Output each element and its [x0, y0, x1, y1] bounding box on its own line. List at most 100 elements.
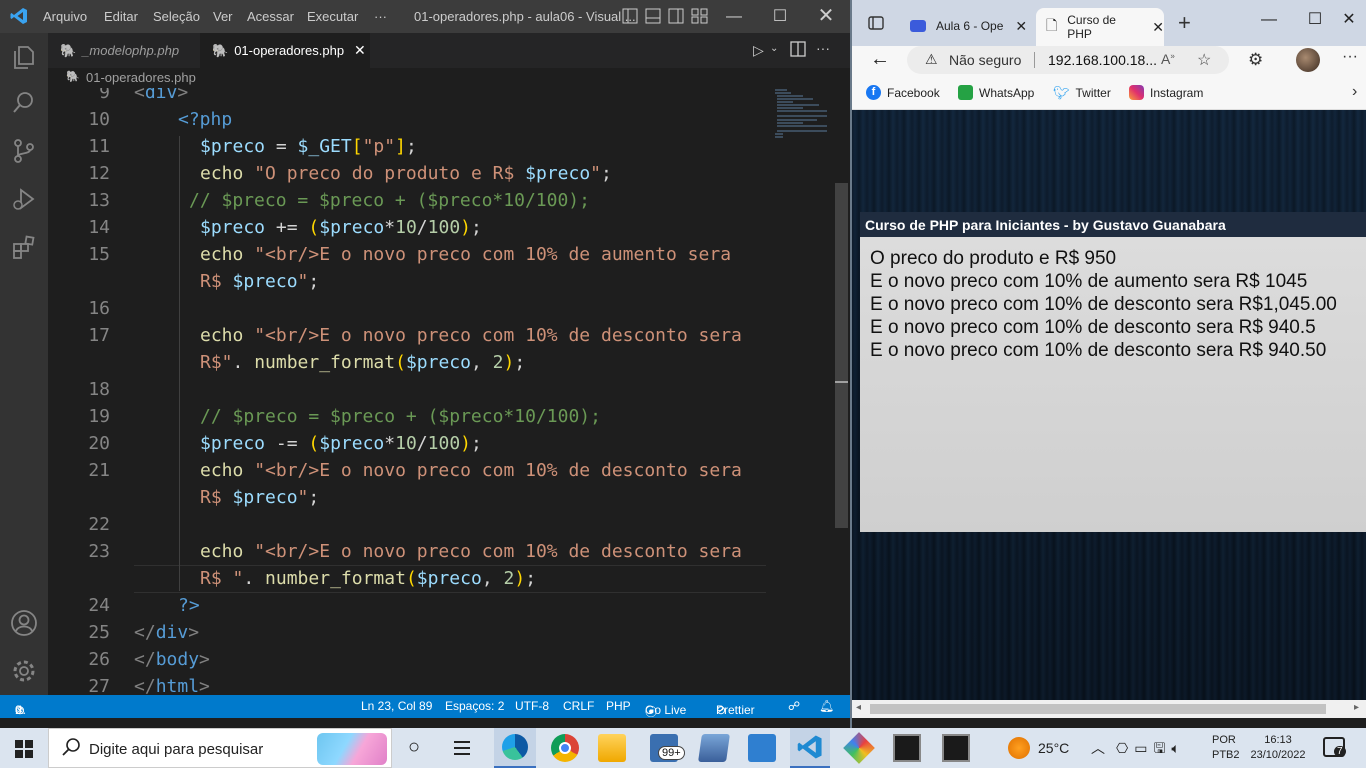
- browser-tab-label: Aula 6 - Ope: [936, 19, 1004, 33]
- line-number: 11: [88, 136, 110, 157]
- tab-01-operadores[interactable]: 🐘 01-operadores.php ✕: [200, 33, 370, 68]
- weather-sun-icon[interactable]: [1008, 737, 1030, 759]
- taskbar-vscode-active[interactable]: [790, 728, 830, 768]
- edge-browser-icon: [502, 734, 528, 760]
- widgets-icon[interactable]: [452, 738, 472, 763]
- language-mode[interactable]: PHP: [606, 699, 631, 713]
- indentation[interactable]: Espaços: 2: [445, 699, 504, 713]
- profile-avatar[interactable]: [1296, 48, 1320, 72]
- clock[interactable]: 16:13 23/10/2022: [1248, 733, 1308, 763]
- browser-tab-curso-php[interactable]: 🗋 Curso de PHP ✕: [1036, 8, 1164, 46]
- tab-close-icon[interactable]: ✕: [354, 42, 366, 59]
- tray-chevron-up-icon[interactable]: ︿: [1091, 738, 1105, 758]
- close-button[interactable]: ✕: [803, 0, 849, 33]
- run-debug-icon[interactable]: [0, 175, 48, 223]
- minimize-button[interactable]: —: [711, 0, 757, 33]
- back-arrow-icon[interactable]: ←: [870, 48, 890, 71]
- app-colorful-icon[interactable]: [843, 732, 875, 764]
- source-control-icon[interactable]: [0, 127, 48, 175]
- bookmark-twitter[interactable]: 🐦︎ Twitter: [1053, 85, 1111, 101]
- browser-tab-aula6[interactable]: Aula 6 - Ope ✕: [900, 10, 1032, 42]
- scroll-left-icon[interactable]: ◂: [856, 702, 861, 713]
- security-label[interactable]: Não seguro: [949, 52, 1021, 68]
- chevron-right-icon[interactable]: ›: [1352, 83, 1357, 101]
- address-bar[interactable]: ⚠ Não seguro 192.168.100.18... A» ☆: [907, 46, 1229, 74]
- edge-window: Aula 6 - Ope ✕ 🗋 Curso de PHP ✕ + — ☐ ✕ …: [852, 0, 1366, 718]
- breadcrumb-file[interactable]: 01-operadores.php: [86, 70, 196, 85]
- scroll-right-icon[interactable]: ▸: [1354, 702, 1359, 713]
- accounts-icon[interactable]: [0, 599, 48, 647]
- extensions-puzzle-icon[interactable]: ⚙: [1248, 50, 1263, 70]
- taskbar-edge-active[interactable]: [494, 728, 536, 768]
- run-code-icon[interactable]: ▷: [753, 42, 764, 59]
- chevron-down-icon[interactable]: ⌄: [770, 43, 778, 54]
- horizontal-scrollbar[interactable]: ◂ ▸: [852, 700, 1366, 718]
- read-aloud-icon[interactable]: A»: [1161, 51, 1175, 67]
- code-line: echo "<br/>E o novo preco com 10% de aum…: [200, 244, 732, 265]
- bookmark-instagram[interactable]: Instagram: [1129, 85, 1203, 100]
- layout-toggle-icons[interactable]: [622, 8, 708, 27]
- task-view-icon[interactable]: ○: [408, 736, 420, 759]
- favorites-add-icon[interactable]: ☆: [1197, 50, 1211, 70]
- notifications-bell-icon[interactable]: 🔔︎: [819, 699, 834, 713]
- code-line: </html>: [134, 676, 210, 695]
- terminal-icon[interactable]: [942, 734, 970, 762]
- menu-executar[interactable]: Executar: [307, 9, 358, 24]
- code-line: </div>: [134, 622, 200, 643]
- menu-ver[interactable]: Ver: [213, 9, 233, 24]
- feedback-icon[interactable]: ☍: [788, 699, 800, 713]
- line-ending[interactable]: CRLF: [563, 699, 594, 713]
- new-tab-button[interactable]: +: [1178, 10, 1191, 36]
- browser-close-button[interactable]: ✕: [1332, 3, 1366, 36]
- cursor-position[interactable]: Ln 23, Col 89: [361, 699, 432, 713]
- menu-arquivo[interactable]: Arquivo: [43, 9, 87, 24]
- tab-01-operadores-label: 01-operadores.php: [234, 43, 345, 58]
- search-icon[interactable]: [0, 79, 48, 127]
- tray-icons[interactable]: ⎔▭🖫🔈︎: [1116, 738, 1186, 762]
- windows-start-icon[interactable]: [15, 740, 33, 763]
- chrome-icon[interactable]: [551, 734, 579, 762]
- warning-triangle-icon[interactable]: ⚠: [925, 51, 938, 68]
- minimap[interactable]: [773, 88, 831, 150]
- photos-icon[interactable]: [748, 734, 776, 762]
- split-editor-icon[interactable]: [790, 41, 806, 62]
- more-actions-icon[interactable]: ···: [816, 40, 830, 56]
- remote-desktop-icon[interactable]: [698, 734, 730, 762]
- terminal-icon[interactable]: [893, 734, 921, 762]
- extensions-icon[interactable]: [0, 223, 48, 271]
- browser-minimize-button[interactable]: —: [1246, 3, 1292, 36]
- tab-modelophp[interactable]: 🐘 _modelophp.php: [48, 33, 200, 68]
- activity-bar: [0, 33, 48, 695]
- explorer-icon[interactable]: [0, 33, 48, 81]
- tab-actions-icon[interactable]: [868, 15, 884, 36]
- settings-more-icon[interactable]: ···: [1342, 48, 1358, 66]
- language-indicator[interactable]: POR PTB2: [1212, 733, 1240, 763]
- vscode-bottom-strip: [0, 718, 850, 728]
- tab-close-icon[interactable]: ✕: [1152, 19, 1164, 36]
- menu-more[interactable]: ···: [374, 9, 387, 24]
- scrollbar-thumb[interactable]: [835, 183, 848, 528]
- bookmark-whatsapp[interactable]: WhatsApp: [958, 85, 1034, 100]
- file-explorer-icon[interactable]: [598, 734, 626, 762]
- code-line: </body>: [134, 649, 210, 670]
- encoding[interactable]: UTF-8: [515, 699, 549, 713]
- menu-editar[interactable]: Editar: [104, 9, 138, 24]
- url-text[interactable]: 192.168.100.18...: [1048, 52, 1157, 68]
- horizontal-scroll-thumb[interactable]: [870, 704, 1326, 714]
- line-number: 10: [88, 109, 110, 130]
- php-elephant-icon: 🐘: [60, 42, 77, 58]
- settings-gear-icon[interactable]: [0, 647, 48, 695]
- taskbar-search-box[interactable]: Digite aqui para pesquisar: [48, 728, 392, 768]
- twitter-icon: 🐦︎: [1053, 85, 1070, 100]
- editor-scrollbar[interactable]: [833, 88, 850, 695]
- tab-close-icon[interactable]: ✕: [1015, 18, 1027, 35]
- favorites-bar: f Facebook WhatsApp 🐦︎ Twitter Instagram…: [852, 76, 1366, 110]
- bookmark-facebook[interactable]: f Facebook: [866, 85, 940, 100]
- menu-acessar[interactable]: Acessar: [247, 9, 294, 24]
- page-viewport[interactable]: Curso de PHP para Iniciantes - by Gustav…: [852, 110, 1366, 700]
- maximize-button[interactable]: ☐: [757, 0, 803, 33]
- menu-selecao[interactable]: Seleção: [153, 9, 200, 24]
- code-line-wrap: R$ $preco";: [200, 487, 320, 508]
- weather-temp[interactable]: 25°C: [1038, 740, 1069, 756]
- code-editor[interactable]: 9 <div> 10 <?php 11 $preco = $_GET["p"];…: [48, 88, 833, 695]
